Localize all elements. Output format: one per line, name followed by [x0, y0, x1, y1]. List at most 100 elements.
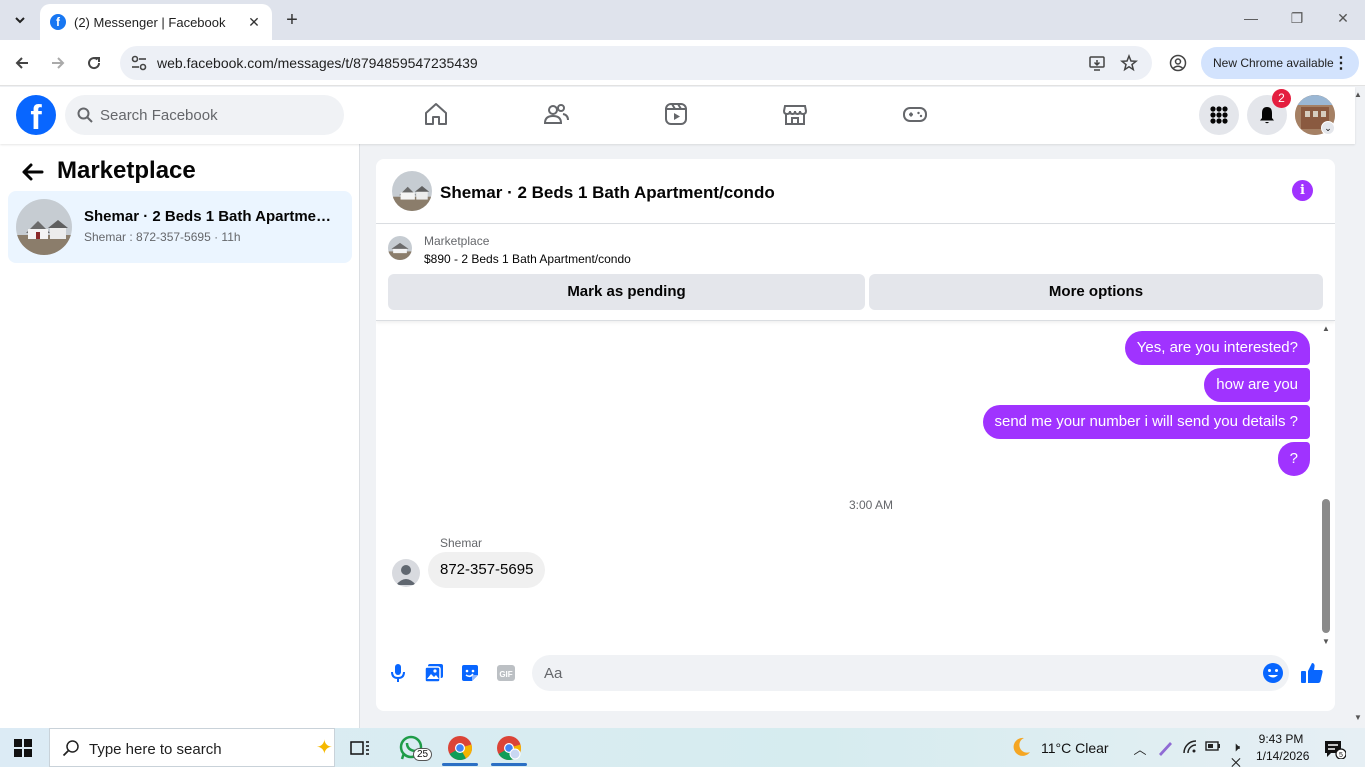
facebook-logo-icon[interactable]: f	[16, 95, 56, 135]
more-options-button[interactable]: More options	[869, 274, 1323, 310]
facebook-favicon-icon: f	[50, 14, 66, 30]
gaming-icon[interactable]	[902, 101, 928, 127]
reload-button[interactable]	[83, 52, 105, 74]
video-icon[interactable]	[663, 101, 689, 127]
browser-tab-strip: f (2) Messenger | Facebook ✕ + — ❐ ✕	[0, 0, 1365, 40]
close-window-button[interactable]: ✕	[1333, 10, 1353, 27]
show-hidden-icons-icon[interactable]: ︿	[1131, 739, 1149, 757]
battery-icon[interactable]	[1203, 739, 1221, 757]
search-icon	[62, 740, 79, 757]
task-view-icon[interactable]	[347, 735, 373, 761]
sender-avatar[interactable]	[392, 559, 420, 587]
apps-grid-icon	[1210, 106, 1228, 124]
marketplace-icon[interactable]	[782, 101, 808, 127]
conversation-name: Shemar · 2 Beds 1 Bath Apartment/condo	[84, 208, 340, 225]
chrome-icon[interactable]	[447, 735, 473, 761]
bell-icon	[1260, 107, 1274, 124]
chrome-profile-icon[interactable]	[1169, 54, 1187, 72]
new-tab-button[interactable]: +	[282, 9, 302, 32]
message-input-field[interactable]	[532, 655, 1289, 691]
speaker-muted-icon[interactable]: 🕨✕	[1227, 739, 1245, 767]
bookmark-star-icon[interactable]	[1120, 54, 1138, 72]
home-icon[interactable]	[423, 101, 449, 127]
clock-time: 9:43 PM	[1258, 732, 1304, 746]
moon-icon[interactable]	[1010, 736, 1032, 758]
conversation-item[interactable]: Shemar · 2 Beds 1 Bath Apartment/condo S…	[8, 191, 352, 263]
menu-button[interactable]	[1199, 95, 1239, 135]
friends-icon[interactable]	[543, 101, 569, 127]
arrow-right-icon	[52, 57, 65, 69]
listing-small-thumbnail	[388, 236, 412, 260]
chrome-profile-app-icon[interactable]	[496, 735, 522, 761]
house-photo-icon	[16, 199, 72, 255]
message-composer: GIF	[376, 649, 1335, 711]
windows-start-icon[interactable]	[14, 739, 32, 757]
system-clock[interactable]: 9:43 PM 1/14/2026	[1256, 731, 1309, 765]
browser-toolbar: web.facebook.com/messages/t/879485954723…	[0, 40, 1365, 86]
marketplace-conversations-panel: Marketplace Shemar · 2 Beds 1 Bath Apart…	[0, 144, 360, 728]
reload-icon	[88, 57, 101, 70]
chrome-update-button[interactable]: New Chrome available ⋮	[1201, 47, 1359, 79]
chat-listing-thumbnail[interactable]	[392, 171, 432, 211]
chat-window: Shemar · 2 Beds 1 Bath Apartment/condo i…	[376, 159, 1335, 711]
search-icon	[77, 107, 93, 123]
network-icon[interactable]	[1181, 739, 1199, 757]
chat-scroll-up-arrow[interactable]: ▲	[1321, 324, 1331, 333]
chevron-down-icon	[15, 17, 25, 24]
pen-glyph-icon	[1159, 742, 1172, 756]
outgoing-message[interactable]: send me your number i will send you deta…	[982, 405, 1310, 439]
arrow-left-icon	[15, 57, 28, 69]
account-caret-icon[interactable]: ⌄	[1321, 121, 1335, 135]
chat-title[interactable]: Shemar · 2 Beds 1 Bath Apartment/condo	[440, 183, 775, 203]
minimize-button[interactable]: —	[1241, 10, 1261, 26]
taskbar-search-placeholder: Type here to search	[89, 741, 222, 758]
default-user-icon	[396, 565, 416, 585]
sticker-icon[interactable]	[460, 663, 480, 683]
microphone-icon[interactable]	[388, 663, 408, 683]
tab-search-button[interactable]	[8, 8, 32, 32]
sparkle-icon: ✦	[316, 737, 333, 759]
facebook-search-input[interactable]	[100, 95, 330, 135]
facebook-header: f 2 ⌄	[0, 87, 1355, 144]
thumbs-up-icon[interactable]	[1300, 661, 1324, 685]
outgoing-message[interactable]: ?	[1277, 442, 1310, 476]
address-bar[interactable]: web.facebook.com/messages/t/879485954723…	[120, 46, 1152, 80]
mark-as-pending-button[interactable]: Mark as pending	[388, 274, 865, 310]
browser-tab-messenger[interactable]: f (2) Messenger | Facebook ✕	[40, 4, 272, 40]
wifi-icon	[1183, 740, 1197, 754]
emoji-icon[interactable]	[1262, 662, 1284, 684]
forward-button[interactable]	[47, 52, 69, 74]
tab-title: (2) Messenger | Facebook	[74, 14, 226, 30]
install-app-icon[interactable]	[1088, 54, 1106, 72]
chat-scrollbar-thumb[interactable]	[1322, 499, 1330, 633]
more-vert-icon: ⋮	[1333, 55, 1349, 72]
info-icon[interactable]: i	[1292, 180, 1313, 201]
windows-taskbar: Type here to search ✦ 25 11°C Clear ︿ 🕨✕…	[0, 728, 1365, 767]
back-arrow-icon[interactable]	[20, 162, 44, 182]
page-scroll-down-arrow[interactable]: ▼	[1354, 713, 1362, 722]
update-label: New Chrome available	[1213, 56, 1334, 70]
listing-price-title[interactable]: $890 - 2 Beds 1 Bath Apartment/condo	[424, 252, 631, 266]
outgoing-message[interactable]: how are you	[1204, 368, 1310, 402]
listing-thumbnail	[16, 199, 72, 255]
photo-attach-icon[interactable]	[424, 663, 444, 683]
page-scroll-up-arrow[interactable]: ▲	[1354, 90, 1362, 99]
tab-close-icon[interactable]: ✕	[246, 14, 262, 31]
pen-icon[interactable]	[1156, 739, 1174, 757]
site-settings-icon[interactable]	[130, 54, 148, 72]
notification-center-icon[interactable]: 5	[1324, 739, 1346, 759]
facebook-search[interactable]	[65, 95, 344, 135]
weather-text[interactable]: 11°C Clear	[1041, 740, 1109, 756]
message-input[interactable]	[544, 655, 1244, 691]
house-photo-icon	[388, 236, 412, 260]
incoming-message[interactable]: 872-357-5695	[428, 552, 546, 588]
conversation-preview: Shemar : 872-357-5695 · 11h	[84, 230, 241, 244]
chat-scroll-down-arrow[interactable]: ▼	[1321, 637, 1331, 646]
taskbar-search-box[interactable]: Type here to search ✦	[49, 728, 335, 767]
gif-icon[interactable]: GIF	[496, 663, 516, 683]
marketplace-listing-bar: Marketplace $890 - 2 Beds 1 Bath Apartme…	[376, 225, 1335, 321]
chrome-active-indicator	[442, 763, 478, 766]
restore-button[interactable]: ❐	[1287, 10, 1307, 27]
outgoing-message[interactable]: Yes, are you interested?	[1124, 331, 1310, 365]
back-button[interactable]	[11, 52, 33, 74]
